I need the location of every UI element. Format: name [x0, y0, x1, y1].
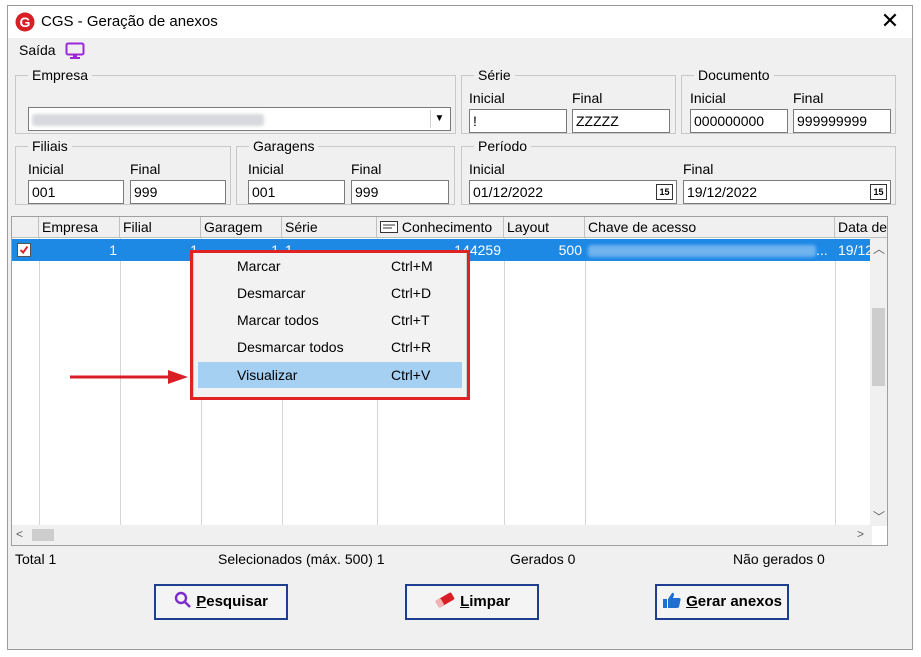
- highlight-frame: [190, 250, 470, 400]
- col-divider: [585, 238, 586, 526]
- serie-final-label: Final: [572, 90, 603, 106]
- header-layout[interactable]: Layout: [504, 217, 585, 238]
- documento-final-label: Final: [793, 90, 824, 106]
- periodo-final-input[interactable]: 19/12/2022 15: [683, 180, 891, 204]
- empresa-legend: Empresa: [32, 67, 89, 83]
- header-data[interactable]: Data de: [835, 217, 889, 238]
- documento-inicial-input[interactable]: 000000000: [690, 109, 788, 133]
- header-conhecimento-label: Conhecimento: [401, 219, 493, 235]
- documento-group: Documento Inicial Final 000000000 999999…: [681, 67, 896, 134]
- garagens-inicial-input[interactable]: 001: [248, 180, 345, 204]
- chave-blurred: [588, 245, 816, 258]
- documento-final-input[interactable]: 999999999: [793, 109, 891, 133]
- chave-ellipsis: ...: [816, 242, 828, 258]
- serie-group: Série Inicial Final ! ZZZZZ: [461, 67, 676, 134]
- limpar-label: impar: [469, 593, 511, 610]
- serie-legend: Série: [478, 67, 511, 83]
- documento-legend: Documento: [698, 67, 770, 83]
- chevron-down-icon[interactable]: ▼: [430, 110, 448, 128]
- garagens-group: Garagens Inicial Final 001 999: [236, 138, 455, 205]
- empresa-value-blurred: [32, 114, 264, 127]
- scroll-left-icon[interactable]: <: [16, 527, 23, 541]
- garagens-final-input[interactable]: 999: [351, 180, 449, 204]
- horizontal-scrollbar[interactable]: < >: [12, 525, 872, 545]
- thumbs-up-icon: [662, 592, 681, 608]
- serie-final-input[interactable]: ZZZZZ: [572, 109, 670, 133]
- periodo-final-label: Final: [683, 161, 714, 177]
- row-checkbox[interactable]: [17, 243, 31, 257]
- col-divider: [835, 238, 836, 526]
- scroll-right-icon[interactable]: >: [857, 527, 864, 541]
- serie-inicial-input[interactable]: !: [469, 109, 567, 133]
- header-chave[interactable]: Chave de acesso: [585, 217, 835, 238]
- menu-bar: Saída: [8, 38, 912, 62]
- filiais-inicial-input[interactable]: 001: [28, 180, 124, 204]
- monitor-icon[interactable]: [65, 42, 85, 60]
- periodo-group: Período Inicial Final 01/12/2022 15 19/1…: [461, 138, 896, 205]
- periodo-inicial-value: 01/12/2022: [473, 184, 544, 200]
- cell-chave: ...: [585, 239, 835, 261]
- eraser-icon: [435, 592, 455, 608]
- garagens-legend: Garagens: [253, 138, 315, 154]
- header-serie[interactable]: Série: [282, 217, 377, 238]
- header-empresa[interactable]: Empresa: [39, 217, 120, 238]
- limpar-mnemonic: L: [460, 593, 470, 610]
- menu-saida[interactable]: Saída: [19, 42, 56, 58]
- gerar-label: erar anexos: [697, 593, 783, 610]
- empresa-combo[interactable]: ▼: [28, 107, 451, 131]
- header-conhecimento[interactable]: Conhecimento: [377, 217, 504, 238]
- svg-text:G: G: [20, 14, 31, 30]
- periodo-inicial-input[interactable]: 01/12/2022 15: [469, 180, 677, 204]
- garagens-final-label: Final: [351, 161, 382, 177]
- title-bar: G CGS - Geração de anexos ✕: [8, 6, 912, 38]
- scroll-down-icon[interactable]: ﹀: [873, 508, 885, 525]
- window-title: CGS - Geração de anexos: [41, 13, 218, 30]
- filiais-inicial-label: Inicial: [28, 161, 64, 177]
- search-icon: [174, 591, 191, 608]
- pesquisar-label: esquisar: [206, 593, 268, 610]
- arrow-icon: [70, 370, 188, 384]
- vertical-scroll-thumb[interactable]: [872, 308, 885, 386]
- status-gerados: Gerados 0: [510, 551, 576, 567]
- gerar-mnemonic: G: [686, 593, 698, 610]
- cell-filial: 1: [190, 242, 198, 258]
- calendar-icon[interactable]: 15: [870, 184, 887, 200]
- header-checkbox-col: [12, 217, 39, 238]
- cell-layout: 500: [558, 242, 582, 258]
- gerar-anexos-button[interactable]: Gerar anexos: [655, 584, 789, 620]
- app-logo-icon: G: [15, 12, 35, 32]
- scroll-up-icon[interactable]: ︿: [873, 240, 885, 257]
- filiais-final-input[interactable]: 999: [130, 180, 226, 204]
- grid-header: Empresa Filial Garagem Série Conheciment…: [12, 217, 887, 238]
- empresa-group: Empresa ▼: [15, 67, 456, 134]
- document-icon: [380, 221, 398, 233]
- pesquisar-button[interactable]: Pesquisar: [154, 584, 288, 620]
- vertical-scrollbar[interactable]: ︿ ﹀: [870, 238, 887, 526]
- status-total: Total 1: [15, 551, 57, 567]
- garagens-inicial-label: Inicial: [248, 161, 284, 177]
- documento-inicial-label: Inicial: [690, 90, 726, 106]
- periodo-inicial-label: Inicial: [469, 161, 505, 177]
- pesquisar-mnemonic: P: [196, 593, 207, 610]
- col-divider: [504, 238, 505, 526]
- horizontal-scroll-thumb[interactable]: [32, 529, 54, 541]
- col-divider: [39, 238, 40, 526]
- close-button[interactable]: ✕: [876, 8, 904, 36]
- calendar-icon[interactable]: 15: [656, 184, 673, 200]
- header-filial[interactable]: Filial: [120, 217, 201, 238]
- filiais-legend: Filiais: [32, 138, 68, 154]
- status-selecionados: Selecionados (máx. 500) 1: [218, 551, 385, 567]
- serie-inicial-label: Inicial: [469, 90, 505, 106]
- filiais-group: Filiais Inicial Final 001 999: [15, 138, 231, 205]
- filiais-final-label: Final: [130, 161, 161, 177]
- status-nao-gerados: Não gerados 0: [733, 551, 825, 567]
- limpar-button[interactable]: Limpar: [405, 584, 539, 620]
- periodo-final-value: 19/12/2022: [687, 184, 758, 200]
- cell-empresa: 1: [109, 242, 117, 258]
- periodo-legend: Período: [478, 138, 528, 154]
- header-garagem[interactable]: Garagem: [201, 217, 282, 238]
